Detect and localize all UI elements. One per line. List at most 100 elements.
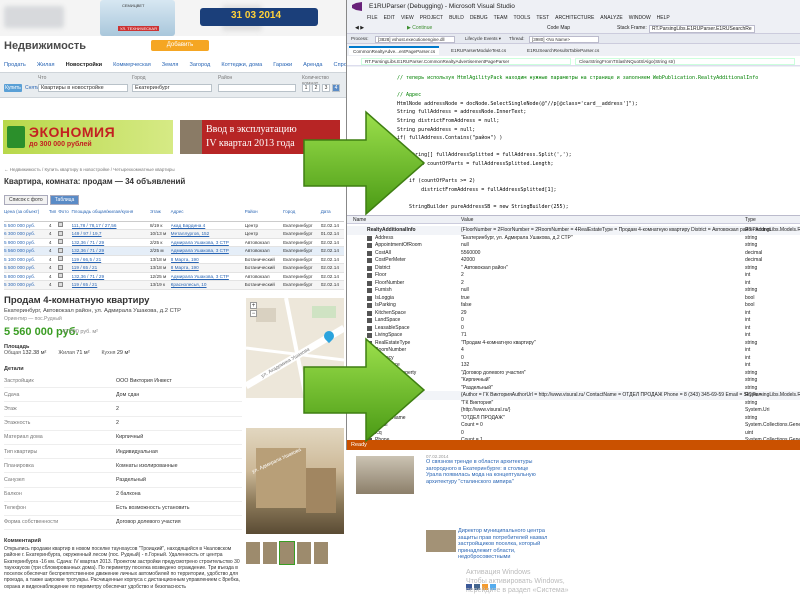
table-row[interactable]: 5 100 000 руб. 4 119 / 66,5 / 21 13/18 м8 М… <box>4 255 344 264</box>
nav-item[interactable]: Коттеджи, дома <box>221 62 262 72</box>
detail-value: ООО Виктория Инвест <box>116 377 172 384</box>
ad-red-line2: IV квартал 2013 года <box>206 138 295 149</box>
menu-item[interactable]: VIEW <box>401 13 414 23</box>
menu-item[interactable]: TOOLS <box>513 13 530 23</box>
nav-item[interactable]: Коммерческая <box>113 62 151 72</box>
member-dropdown[interactable]: ClearStringFromTSlashNQuotSlAlgo(String … <box>575 57 795 65</box>
menu-item[interactable]: DEBUG <box>470 13 488 23</box>
cell-date: 02.02.14 <box>320 255 344 264</box>
menu-item[interactable]: PROJECT <box>420 13 443 23</box>
table-row[interactable]: 5 900 000 руб. 4 132,36 / 71 / 29 2/25 к Адм… <box>4 238 344 247</box>
cell-address: Адмирала Ушакова, 3 СТР <box>170 246 245 256</box>
cell-type: 4 <box>48 272 59 281</box>
photo-icon <box>58 273 64 279</box>
column-header[interactable]: Фото <box>58 209 72 222</box>
news-item[interactable]: 07.02.2014 О связном тренде в области ар… <box>426 454 536 485</box>
photo-icon <box>58 281 64 287</box>
tab-common-realty-parser[interactable]: CommonRealtyAdve...entPageParser.cs <box>349 46 440 55</box>
menu-item[interactable]: ANALYZE <box>600 13 622 23</box>
cell-price: 5 800 000 руб. <box>4 272 49 281</box>
zoom-in-button[interactable]: + <box>250 302 257 309</box>
menu-item[interactable]: BUILD <box>449 13 464 23</box>
kitchen-area-label: Кухня <box>101 350 116 356</box>
process-label: Process: <box>351 36 369 41</box>
menu-item[interactable]: EDIT <box>384 13 395 23</box>
thread-dropdown[interactable]: [3980] <No Name> <box>529 35 599 43</box>
cell-floor: 10/13 м <box>149 229 171 239</box>
menu-item[interactable]: TEAM <box>494 13 508 23</box>
table-row[interactable]: 5 560 000 руб. 4 132,36 / 71 / 29 2/25 м Адм… <box>4 246 344 256</box>
table-row[interactable]: 6 300 000 руб. 4 149 / 97 / 19,7 10/13 м Мет… <box>4 229 344 239</box>
nav-item[interactable]: Жилая <box>37 62 55 72</box>
add-listing-button[interactable]: Добавить объявление <box>151 40 209 59</box>
menu-item[interactable]: FILE <box>367 13 378 23</box>
news-image[interactable] <box>426 530 456 552</box>
cell-address: Адмирала Ушакова, 3 СТР <box>170 272 245 281</box>
column-header[interactable]: Тип <box>48 209 59 222</box>
table-row[interactable]: 5 800 000 руб. 4 132,36 / 71 / 29 12/25 м Ад… <box>4 272 344 281</box>
comment-text: Открылись продажи квартир в новом поселк… <box>4 546 240 590</box>
cell-type: 4 <box>48 280 59 290</box>
rooms-4[interactable]: 4 <box>332 84 340 92</box>
news-item[interactable]: Директор муниципального центра защиты пр… <box>458 528 548 561</box>
rent-toggle[interactable]: Снять <box>25 85 39 91</box>
nav-item[interactable]: Аренда <box>303 62 322 72</box>
kitchen-area: 29 м² <box>116 350 131 356</box>
table-row[interactable]: 5 500 000 руб. 4 119 / 65 / 21 13/18 м8 Мар… <box>4 263 344 273</box>
nav-item[interactable]: Спрос <box>334 62 346 72</box>
back-icon[interactable]: ◀ ▶ <box>355 25 364 31</box>
cell-photo <box>58 280 72 290</box>
rooms-1[interactable]: 1 <box>302 84 310 92</box>
tab-photo-list[interactable]: Список с фото <box>4 195 48 205</box>
menu-item[interactable]: ARCHITECTURE <box>555 13 594 23</box>
cell-district: Ботанический <box>244 263 284 273</box>
zoom-out-button[interactable]: − <box>250 310 257 317</box>
column-header[interactable]: Адрес <box>170 209 245 222</box>
thumbnail[interactable] <box>246 542 260 564</box>
menu-item[interactable]: HELP <box>657 13 670 23</box>
top-banner[interactable]: СЕМИЦВЕТ УЛ. ТЕХНИЧЕСКАЯ 31 03 2014 <box>0 0 346 36</box>
table-row[interactable]: 5 500 000 руб. 4 111,78 / 78,17 / 27,56 8/1… <box>4 221 344 230</box>
class-dropdown[interactable]: RT.ParsingLibs.E1RUParser.CommonRealtyAd… <box>361 57 571 65</box>
nav-item[interactable]: Новостройки <box>66 62 103 72</box>
tab-module-test[interactable]: E1RUParserModuleTest.cs <box>447 46 510 55</box>
news-image[interactable] <box>356 456 414 494</box>
lifecycle-dropdown[interactable]: Lifecycle Events ▾ <box>465 36 501 42</box>
menu-item[interactable]: TEST <box>536 13 549 23</box>
nav-item[interactable]: Загород <box>189 62 210 72</box>
news-text: Директор муниципального центра защиты пр… <box>458 528 548 560</box>
nav-item[interactable]: Гаражи <box>273 62 292 72</box>
column-header[interactable]: Площадь общая/жилая/кухня <box>71 209 150 222</box>
district-select[interactable] <box>218 84 296 92</box>
column-header[interactable]: Этаж <box>149 209 171 222</box>
cell-floor: 2/25 м <box>149 246 171 256</box>
rooms-3[interactable]: 3 <box>322 84 330 92</box>
nav-item[interactable]: Продать <box>4 62 26 72</box>
city-select[interactable]: Екатеринбург <box>132 84 212 92</box>
nav-item[interactable]: Земля <box>162 62 179 72</box>
tab-table[interactable]: Таблица <box>49 195 80 205</box>
stack-frame-dropdown[interactable]: RT.ParsingLibs.E1RUParser.E1RUSearchRe <box>649 25 755 33</box>
cell-photo <box>58 263 72 273</box>
buy-toggle[interactable]: Купить <box>4 84 22 92</box>
thumbnail[interactable] <box>297 542 311 564</box>
detail-value: Комнаты изолированные <box>116 462 178 469</box>
property-type-select[interactable]: Квартиры в новостройке <box>38 84 128 92</box>
column-header[interactable]: Цена (за объект) <box>4 209 49 222</box>
breadcrumb[interactable]: ← Недвижимость / Купить квартиру в новос… <box>4 167 175 172</box>
process-dropdown[interactable]: [3828] vshost.executionengine.dll <box>375 35 455 43</box>
table-row[interactable]: 5 300 000 руб. 4 119 / 65 / 21 13/19 к Красн… <box>4 280 344 290</box>
menu-item[interactable]: WINDOW <box>629 13 651 23</box>
continue-button[interactable]: ▶ Continue <box>407 25 432 31</box>
rooms-2[interactable]: 2 <box>312 84 320 92</box>
photo-thumbnails <box>246 541 328 565</box>
economy-ad-banner[interactable]: ЭКОНОМИЯ до 300 000 рублей <box>3 120 173 154</box>
thumbnail[interactable] <box>279 541 295 565</box>
column-header[interactable]: Район <box>244 209 284 222</box>
thumbnail[interactable] <box>314 542 328 564</box>
tab-search-results-parser[interactable]: E1RUSearchResultsTableParser.cs <box>523 46 603 55</box>
thumbnail[interactable] <box>263 542 277 564</box>
code-map-button[interactable]: Code Map <box>547 25 570 31</box>
green-arrow-icon <box>303 110 426 216</box>
detail-row: Этажность 2 <box>4 417 242 431</box>
